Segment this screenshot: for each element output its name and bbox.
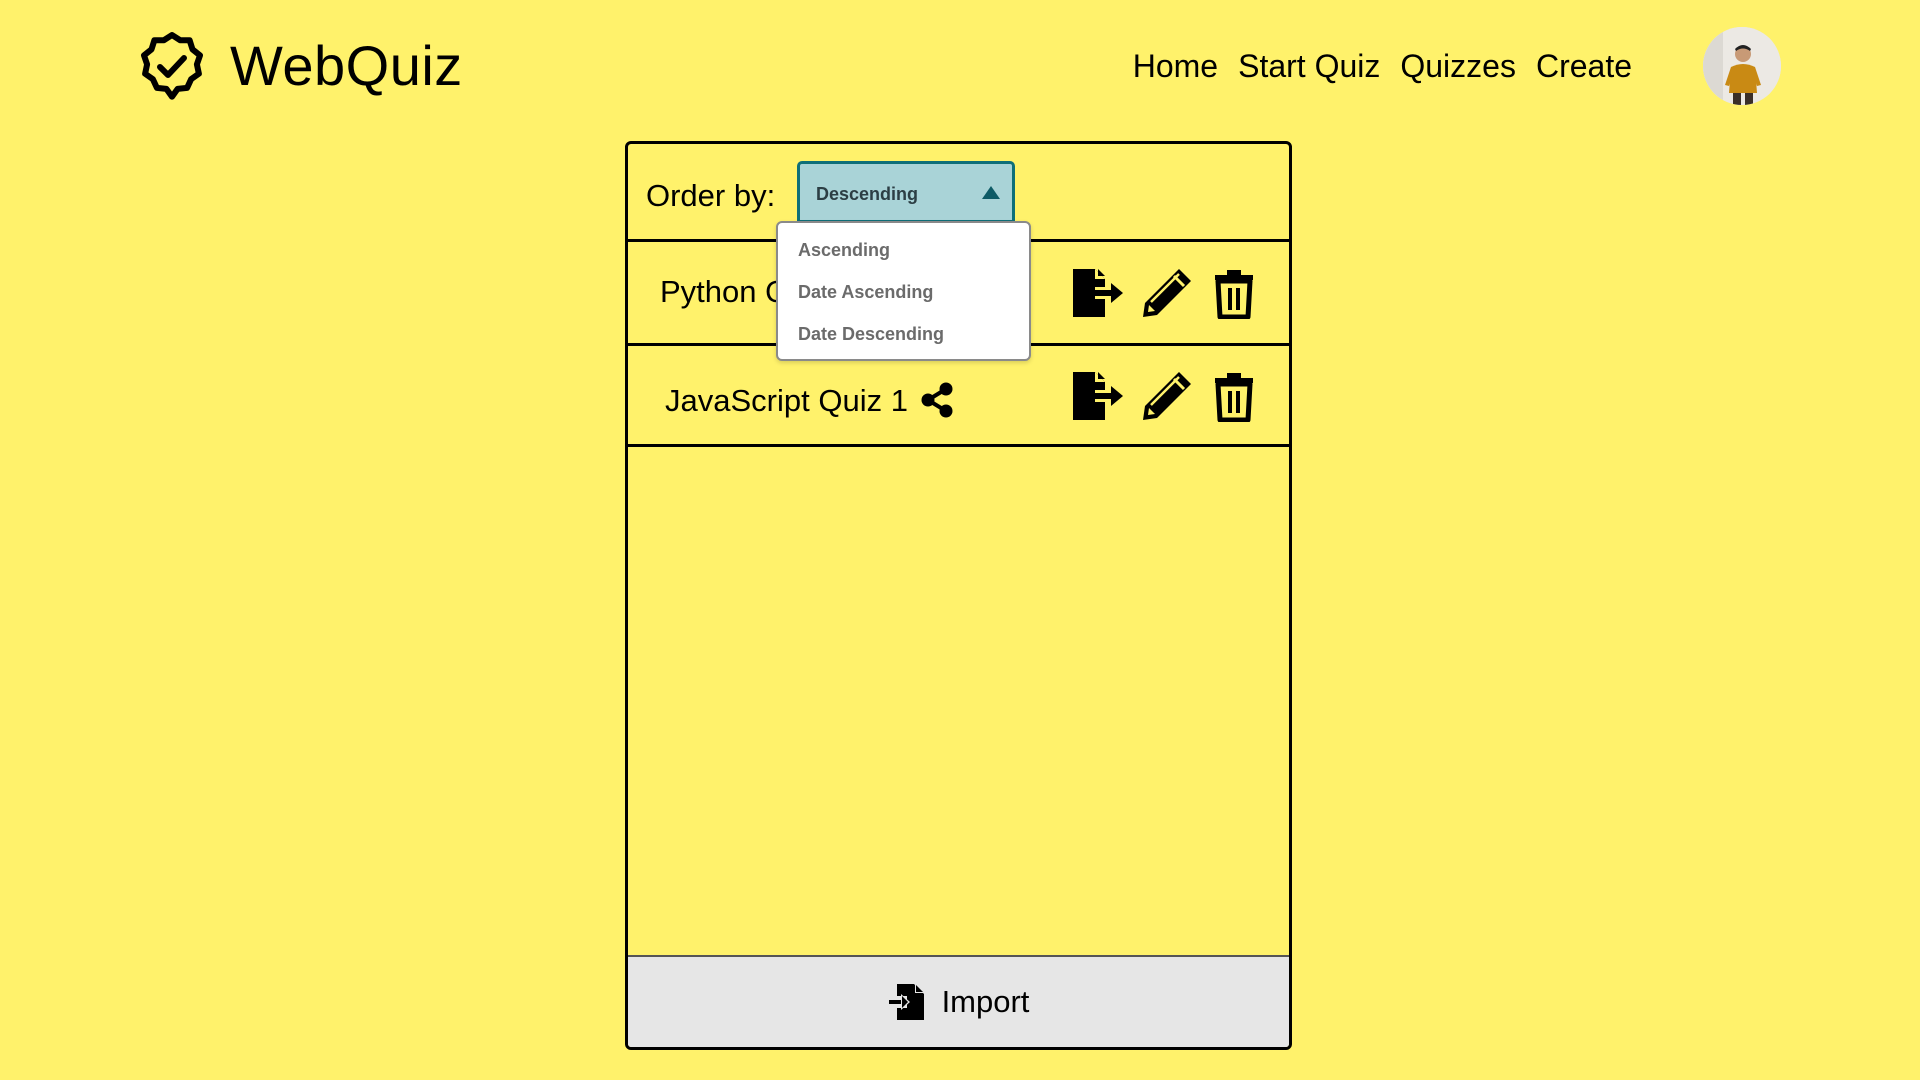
nav-quizzes[interactable]: Quizzes	[1400, 50, 1516, 82]
order-option-ascending[interactable]: Ascending	[798, 240, 890, 261]
main-nav: Home Start Quiz Quizzes Create	[1133, 44, 1632, 88]
nav-create[interactable]: Create	[1536, 50, 1632, 82]
quiz-actions	[1071, 370, 1261, 422]
quiz-actions	[1071, 267, 1261, 319]
export-file-icon[interactable]	[1071, 267, 1125, 319]
brand-logo-link[interactable]: WebQuiz	[136, 30, 463, 102]
quiz-row: JavaScript Quiz 1	[628, 346, 1289, 447]
trash-icon[interactable]	[1207, 267, 1261, 319]
pencil-icon[interactable]	[1139, 370, 1193, 422]
order-select-value: Descending	[816, 184, 919, 204]
import-button[interactable]: Import	[628, 955, 1289, 1047]
badge-check-icon	[141, 32, 203, 100]
export-file-icon[interactable]	[1071, 370, 1125, 422]
import-file-icon	[888, 984, 924, 1020]
app: WebQuiz Home Start Quiz Quizzes Create O…	[0, 0, 1920, 1080]
nav-start-quiz[interactable]: Start Quiz	[1238, 50, 1380, 82]
quiz-title-wrap: JavaScript Quiz 1	[665, 382, 954, 418]
order-dropdown-menu: Ascending Date Ascending Date Descending	[776, 221, 1031, 361]
brand-name: WebQuiz	[230, 34, 463, 97]
order-label: Order by:	[646, 178, 776, 213]
trash-icon[interactable]	[1207, 370, 1261, 422]
order-option-date-ascending[interactable]: Date Ascending	[798, 282, 933, 303]
user-avatar[interactable]	[1703, 27, 1781, 105]
quiz-title: JavaScript Quiz 1	[665, 382, 908, 418]
caret-up-icon	[982, 186, 1000, 199]
nav-home[interactable]: Home	[1133, 50, 1218, 82]
share-icon[interactable]	[920, 382, 954, 418]
import-label: Import	[941, 984, 1030, 1019]
avatar-person-image	[1703, 27, 1781, 105]
pencil-icon[interactable]	[1139, 267, 1193, 319]
order-select[interactable]: Descending	[797, 161, 1015, 223]
order-option-date-descending[interactable]: Date Descending	[798, 324, 944, 345]
